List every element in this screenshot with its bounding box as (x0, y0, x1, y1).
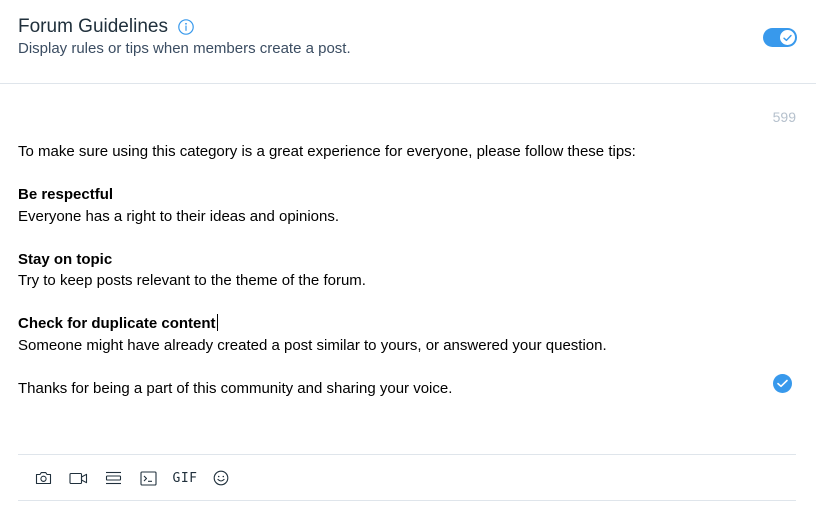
toggle-knob (780, 30, 795, 45)
divider-icon[interactable] (104, 468, 122, 488)
code-block-icon[interactable] (139, 468, 157, 488)
validation-check-icon[interactable] (773, 374, 792, 393)
editor-toolbar: GIF (18, 454, 796, 501)
gif-button[interactable]: GIF (173, 468, 197, 488)
settings-header: Forum Guidelines Display rules or tips w… (0, 0, 816, 84)
intro-text: To make sure using this category is a gr… (18, 143, 636, 160)
info-icon[interactable] (178, 19, 194, 35)
section-body: Try to keep posts relevant to the theme … (18, 272, 366, 289)
section-body: Everyone has a right to their ideas and … (18, 207, 340, 225)
text-caret (216, 314, 218, 331)
closing-text: Thanks for being a part of this communit… (18, 379, 453, 397)
guidelines-editor[interactable]: To make sure using this category is a gr… (18, 141, 778, 399)
character-count: 599 (772, 109, 796, 125)
camera-icon[interactable] (34, 468, 52, 488)
section-heading: Be respectful (18, 186, 114, 203)
title-row: Forum Guidelines (18, 16, 194, 38)
section-body: Someone might have already created a pos… (18, 336, 607, 354)
emoji-icon[interactable] (212, 468, 229, 488)
section-heading: Stay on topic (18, 250, 113, 268)
section-heading: Check for duplicate content (18, 315, 216, 332)
checkmark-icon (783, 34, 792, 41)
video-icon[interactable] (68, 468, 88, 488)
section-heading-with-caret: Check for duplicate content (18, 313, 778, 335)
guidelines-toggle[interactable] (763, 28, 797, 47)
page-title: Forum Guidelines (18, 16, 168, 37)
page-subtitle: Display rules or tips when members creat… (18, 40, 351, 57)
